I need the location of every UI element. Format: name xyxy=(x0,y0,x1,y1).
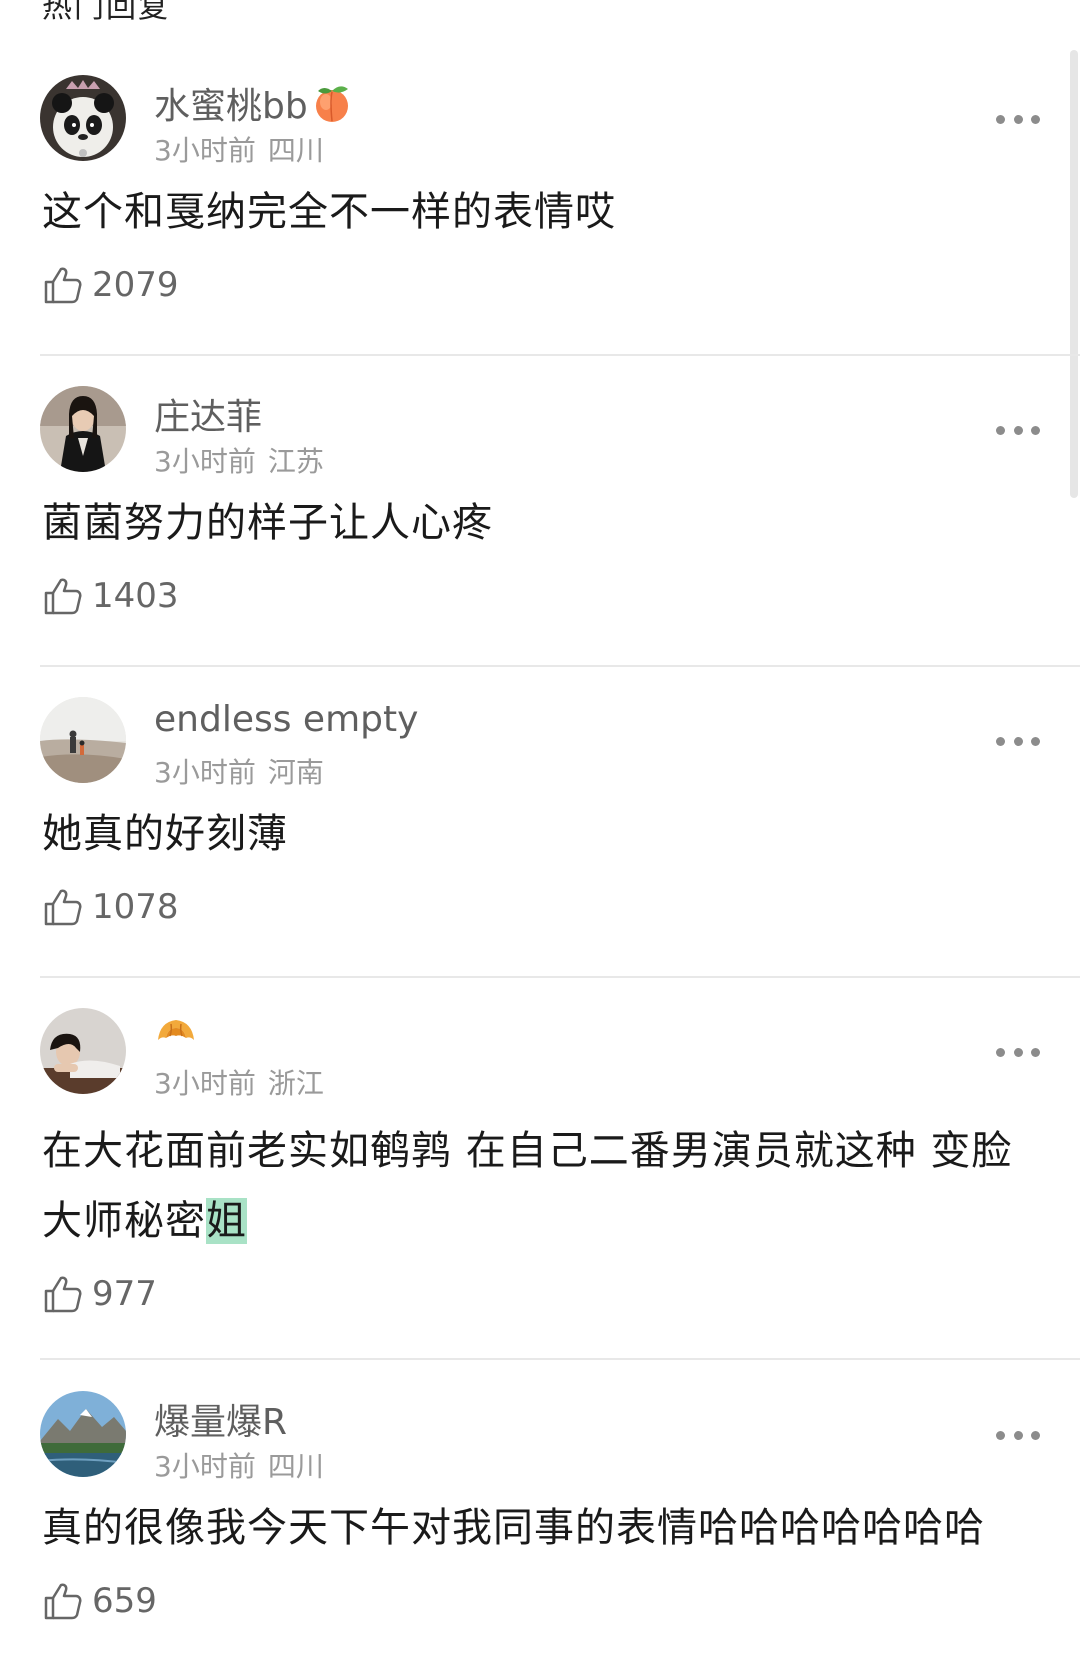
username-text: 爆量爆R xyxy=(154,1402,288,1443)
more-dot xyxy=(996,114,1005,124)
more-dot xyxy=(1013,114,1023,124)
comment-time: 3小时前 xyxy=(154,1067,256,1100)
username[interactable]: 庄达菲 xyxy=(154,388,262,440)
username[interactable]: endless empty xyxy=(154,699,418,740)
more-dot xyxy=(1031,114,1040,124)
comment-text: 她真的好刻薄 xyxy=(42,811,288,857)
more-dot xyxy=(1031,1430,1040,1440)
more-dot xyxy=(1031,1047,1040,1057)
comment-location: 四川 xyxy=(267,134,324,167)
section-title: 热门回复 xyxy=(42,0,170,25)
comment-location: 河南 xyxy=(267,756,324,789)
like-count: 1078 xyxy=(92,887,179,927)
more-dot xyxy=(996,1430,1005,1440)
comment-item: 爆量爆R 3小时前 四川 真的很像我今天下午对我同事的表情哈哈哈哈哈哈哈 659 xyxy=(0,1391,1080,1671)
comment-meta: 3小时前 四川 xyxy=(154,1445,324,1485)
comment-time: 3小时前 xyxy=(154,1450,256,1483)
comment-text: 菌菌努力的样子让人心疼 xyxy=(42,500,493,546)
like-button[interactable]: 2079 xyxy=(42,265,179,305)
avatar[interactable] xyxy=(40,697,126,783)
more-dot xyxy=(996,736,1005,746)
thumbs-up-icon xyxy=(44,1276,82,1313)
thumbs-up-icon xyxy=(44,578,82,615)
comment-time: 3小时前 xyxy=(154,134,256,167)
croissant-emoji-icon xyxy=(154,1010,198,1054)
comment-time: 3小时前 xyxy=(154,756,256,789)
avatar[interactable] xyxy=(40,386,126,472)
more-button[interactable] xyxy=(996,1044,1040,1060)
avatar[interactable] xyxy=(40,1008,126,1094)
comment-location: 四川 xyxy=(267,1450,324,1483)
username[interactable]: 水蜜桃bb xyxy=(154,77,354,129)
username-text: endless empty xyxy=(154,699,419,740)
more-dot xyxy=(1013,1430,1023,1440)
username[interactable]: 爆量爆R xyxy=(154,1393,287,1445)
thumbs-up-icon xyxy=(44,889,82,926)
more-dot xyxy=(1013,425,1023,435)
thumbs-up-icon xyxy=(44,1583,82,1620)
comment-item: 庄达菲 3小时前 江苏 菌菌努力的样子让人心疼 1403 xyxy=(0,386,1080,666)
avatar[interactable] xyxy=(40,1391,126,1477)
comment-time: 3小时前 xyxy=(154,445,256,478)
more-button[interactable] xyxy=(996,1427,1040,1443)
comment-text: 这个和戛纳完全不一样的表情哎 xyxy=(42,189,616,235)
thumbs-up-icon xyxy=(44,267,82,304)
comment-item: endless empty 3小时前 河南 她真的好刻薄 1078 xyxy=(0,697,1080,977)
more-dot xyxy=(1031,425,1040,435)
like-button[interactable]: 659 xyxy=(42,1581,157,1621)
comment-meta: 3小时前 河南 xyxy=(154,751,324,791)
comment-meta: 3小时前 江苏 xyxy=(154,440,324,480)
comment-item: 3小时前 浙江 在大花面前老实如鹌鹑 在自己二番男演员就这种 变脸大师秘密姐 97… xyxy=(0,1008,1080,1358)
more-dot xyxy=(1031,736,1040,746)
like-button[interactable]: 1403 xyxy=(42,576,179,616)
avatar[interactable] xyxy=(40,75,126,161)
more-dot xyxy=(1013,736,1023,746)
comment-location: 江苏 xyxy=(267,445,324,478)
like-count: 1403 xyxy=(92,576,179,616)
like-button[interactable]: 977 xyxy=(42,1274,157,1314)
comment-item: 水蜜桃bb 3小时前 四川 这个和戛纳完全不一样的表情哎 2079 xyxy=(0,75,1080,355)
divider xyxy=(40,1358,1080,1360)
comment-text: 真的很像我今天下午对我同事的表情哈哈哈哈哈哈哈 xyxy=(42,1505,985,1551)
username-text: 水蜜桃bb xyxy=(154,86,308,127)
more-dot xyxy=(996,1047,1005,1057)
more-button[interactable] xyxy=(996,422,1040,438)
more-dot xyxy=(996,425,1005,435)
like-count: 2079 xyxy=(92,265,179,305)
username-text: 庄达菲 xyxy=(154,397,263,438)
comment-meta: 3小时前 四川 xyxy=(154,129,324,169)
comment-text-main: 在大花面前老实如鹌鹑 在自己二番男演员就这种 变脸大师秘密 xyxy=(42,1128,1013,1244)
like-count: 977 xyxy=(92,1274,157,1314)
username[interactable] xyxy=(154,1010,198,1054)
peach-emoji-icon xyxy=(310,81,354,125)
comment-text: 在大花面前老实如鹌鹑 在自己二番男演员就这种 变脸大师秘密姐 xyxy=(42,1116,1032,1256)
highlighted-text: 姐 xyxy=(206,1198,247,1244)
divider xyxy=(40,976,1080,978)
like-button[interactable]: 1078 xyxy=(42,887,179,927)
comment-location: 浙江 xyxy=(267,1067,324,1100)
divider xyxy=(40,354,1080,356)
more-button[interactable] xyxy=(996,111,1040,127)
more-button[interactable] xyxy=(996,733,1040,749)
more-dot xyxy=(1013,1047,1023,1057)
divider xyxy=(40,665,1080,667)
comment-meta: 3小时前 浙江 xyxy=(154,1062,324,1102)
like-count: 659 xyxy=(92,1581,157,1621)
